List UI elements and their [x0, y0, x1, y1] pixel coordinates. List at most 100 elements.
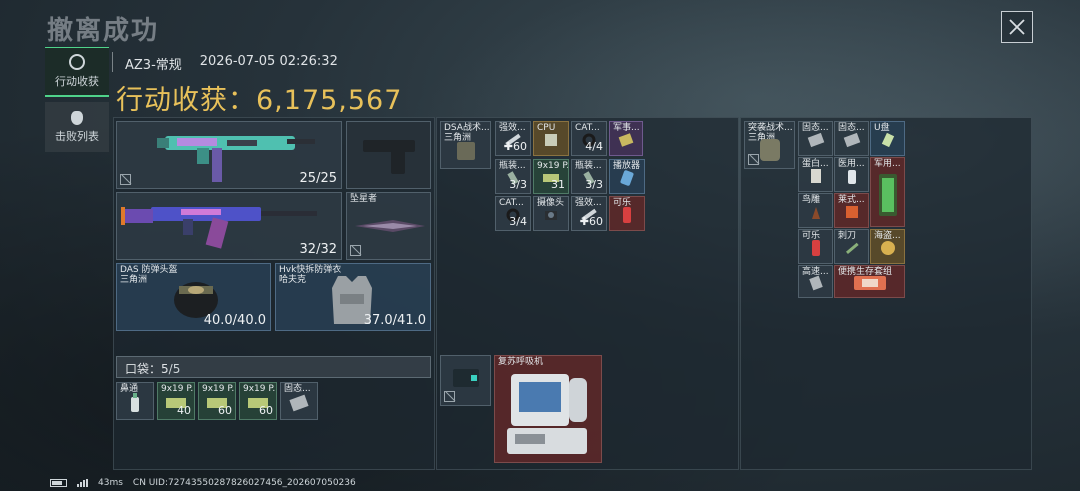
item-label: 强效... — [575, 198, 602, 208]
item-label: 强效... — [499, 123, 526, 133]
armor-slot[interactable]: Hvk快拆防弹衣 哈夫克 37.0/41.0 — [275, 263, 431, 331]
rig-item[interactable]: 播放器 — [609, 159, 645, 194]
pocket-item[interactable]: 9x19 P... 40 — [157, 382, 195, 420]
item-count: ✚60 — [579, 215, 603, 228]
knife-icon — [355, 220, 425, 232]
tab-kills-label: 击败列表 — [55, 129, 99, 143]
nasal-spray-icon — [131, 392, 139, 412]
rig-item[interactable]: 瓶装... 3/3 — [571, 159, 607, 194]
item-label: 9x19 P... — [161, 384, 194, 394]
backpack-item[interactable]: 军用... — [870, 157, 905, 227]
chest-rig-icon — [456, 141, 475, 160]
backpack-item[interactable]: 蛋白... — [798, 157, 833, 192]
tab-kills[interactable]: 击败列表 — [45, 102, 109, 152]
ssd-icon — [289, 394, 309, 412]
pocket-item[interactable]: 鼻通 — [116, 382, 154, 420]
helmet-durability: 40.0/40.0 — [203, 313, 266, 328]
harvest-total: 行动收获：6,175,567 — [116, 78, 402, 117]
circuit-board-icon — [618, 133, 634, 147]
pocket-item[interactable]: 9x19 P... 60 — [198, 382, 236, 420]
backpack-item[interactable]: 鸟雕 — [798, 193, 833, 228]
military-tablet-icon — [878, 174, 897, 217]
close-button[interactable] — [1001, 11, 1033, 43]
lock-icon — [120, 174, 131, 185]
pirate-coin-icon — [880, 241, 895, 256]
tab-loot-label: 行动收获 — [55, 75, 99, 88]
item-label: 军用... — [874, 159, 901, 169]
backpack-item[interactable]: 海盗... — [870, 229, 905, 264]
rig-item[interactable]: 强效... ✚60 — [495, 121, 531, 156]
page-title: 撤离成功 — [47, 16, 160, 46]
safe-box-item[interactable]: 复苏呼吸机 — [494, 355, 602, 463]
pistol-slot[interactable] — [346, 121, 431, 189]
pocket-item[interactable]: 9x19 P... 60 — [239, 382, 277, 420]
item-count: 3/4 — [509, 215, 527, 228]
tab-loot[interactable]: 行动收获 — [45, 47, 109, 97]
rig-item[interactable]: CPU — [533, 121, 569, 156]
uid: CN UID:7274355028782602745­6_20260705023… — [132, 478, 356, 488]
helmet-slot[interactable]: DAS 防弹头盔 三角洲 40.0/40.0 — [116, 263, 271, 331]
primary-ammo: 25/25 — [299, 171, 337, 186]
map-name: AZ3-常规 — [125, 58, 182, 73]
item-label: 固态... — [284, 384, 311, 394]
rig-item[interactable]: CAT... 4/4 — [571, 121, 607, 156]
rig-item[interactable]: 瓶装... 3/3 — [495, 159, 531, 194]
divider — [112, 52, 113, 72]
item-count-value: 60 — [589, 215, 603, 228]
backpack-item[interactable]: 固态... — [798, 121, 833, 156]
backpack-item[interactable]: 便携生存套组 — [834, 265, 905, 298]
loot-icon — [69, 54, 85, 70]
box-icon — [845, 206, 858, 219]
secondary-weapon-slot[interactable]: 32/32 — [116, 192, 342, 260]
item-count: 31 — [551, 178, 565, 191]
safe-box-icon — [452, 369, 479, 388]
backpack-title: 突袭战术... — [748, 123, 793, 133]
medical-bottle-icon — [847, 170, 856, 185]
rifle-icon — [121, 207, 317, 249]
backpack-item[interactable]: U盘 — [870, 121, 905, 156]
primary-weapon-slot[interactable]: 25/25 — [116, 121, 342, 189]
pocket-bar: 口袋：5/5 — [116, 356, 431, 378]
backpack-item[interactable]: 莱式... — [834, 193, 869, 228]
ssd-icon — [843, 133, 860, 148]
rig-item[interactable]: 可乐 — [609, 196, 645, 231]
item-count: ✚60 — [503, 140, 527, 153]
item-label: 复苏呼吸机 — [498, 357, 544, 367]
mp3-player-icon — [620, 170, 634, 186]
pocket-item[interactable]: 固态... — [280, 382, 318, 420]
backpack-item[interactable]: 刺刀 — [834, 229, 869, 264]
high-speed-drive-icon — [808, 275, 823, 291]
rig-item[interactable]: CAT... 3/4 — [495, 196, 531, 231]
chest-rig-slot[interactable]: DSA战术... 三角洲 — [440, 121, 491, 169]
melee-slot[interactable]: 坠星者 — [346, 192, 431, 260]
survival-kit-icon — [853, 276, 886, 291]
skull-icon — [71, 110, 83, 125]
item-count: 60 — [259, 404, 273, 417]
item-label: 摄像头 — [537, 198, 565, 208]
helmet-name: DAS 防弹头盔 三角洲 — [120, 265, 178, 285]
secondary-ammo: 32/32 — [299, 242, 337, 257]
item-count: 60 — [218, 404, 232, 417]
rig-item[interactable]: 摄像头 — [533, 196, 569, 231]
backpack-icon — [759, 138, 780, 161]
match-meta: AZ3-常规 2026-07-05 02:26:32 — [112, 52, 338, 73]
backpack-item[interactable]: 可乐 — [798, 229, 833, 264]
item-label: 9x19 P... — [243, 384, 276, 394]
backpack-item[interactable]: 高速... — [798, 265, 833, 298]
battery-icon — [50, 479, 67, 487]
rig-item[interactable]: 军事... — [609, 121, 643, 156]
ventilator-icon — [507, 374, 587, 455]
rig-item[interactable]: 强效... ✚60 — [571, 196, 607, 231]
rig-item[interactable]: 9x19 P... 31 — [533, 159, 569, 194]
match-datetime: 2026-07-05 02:26:32 — [199, 54, 338, 69]
status-footer: 43ms CN UID:7274355028782602745­6_202607… — [50, 478, 356, 488]
safe-box-slot[interactable] — [440, 355, 491, 406]
item-count-value: 60 — [513, 140, 527, 153]
item-label: 9x19 P... — [537, 161, 569, 171]
usb-drive-icon — [881, 133, 894, 148]
backpack-slot[interactable]: 突袭战术... 三角洲 — [744, 121, 795, 169]
backpack-item[interactable]: 固态... — [834, 121, 869, 156]
bayonet-icon — [845, 242, 859, 255]
lock-icon — [444, 391, 455, 402]
backpack-item[interactable]: 医用... — [834, 157, 869, 192]
